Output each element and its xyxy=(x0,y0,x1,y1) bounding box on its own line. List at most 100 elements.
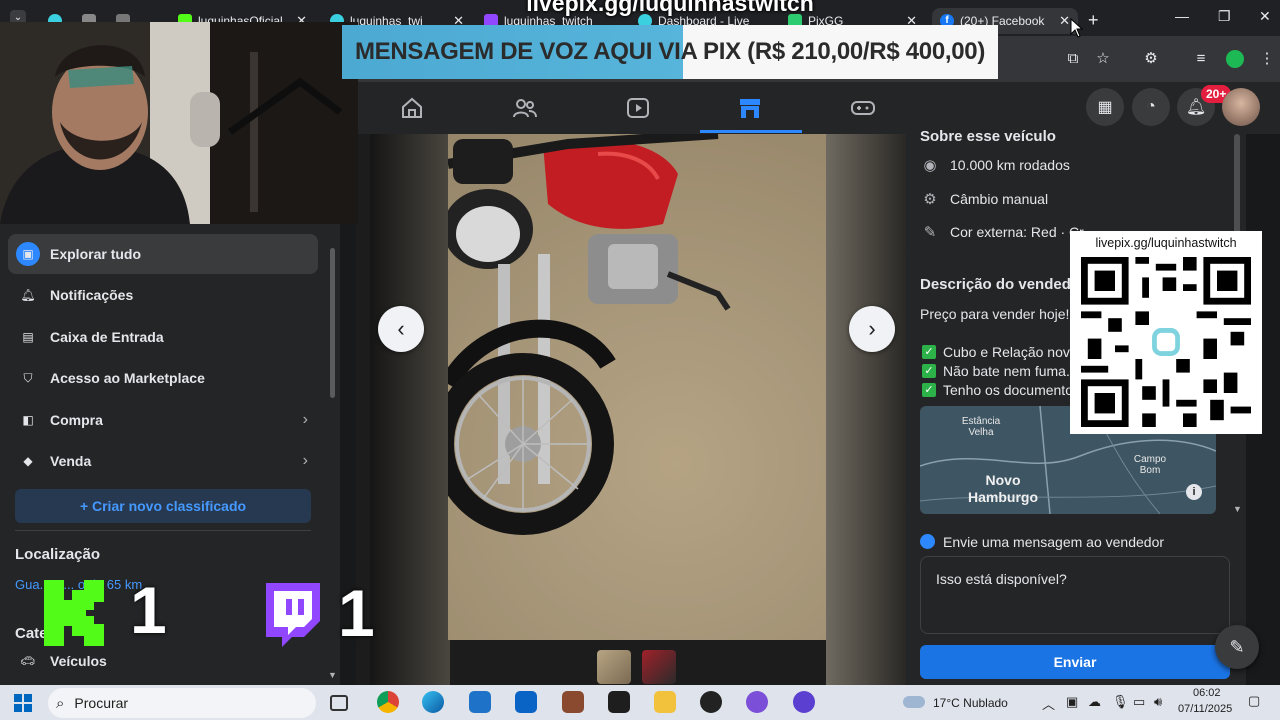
active-tab-indicator xyxy=(700,130,802,133)
edge-icon[interactable] xyxy=(422,691,444,713)
install-app-icon[interactable]: ⧉ xyxy=(1064,50,1082,68)
browser-menu-icon[interactable]: ⋮ xyxy=(1258,50,1276,68)
map-info-icon[interactable]: i xyxy=(1186,484,1202,500)
chrome-icon[interactable] xyxy=(377,691,399,713)
scroll-down-arrow-icon[interactable]: ▼ xyxy=(1233,504,1242,514)
extensions-icon[interactable]: ⚙ xyxy=(1142,50,1160,68)
sidebar-item-vehicles[interactable]: 🚗︎ Veículos xyxy=(20,653,107,669)
volume-icon[interactable]: 🔊︎ xyxy=(1154,694,1162,710)
twitch-logo-icon xyxy=(258,583,320,649)
search-icon: ⌕ xyxy=(56,694,65,712)
sidebar-scrollbar[interactable] xyxy=(330,248,335,398)
details-scrollbar[interactable] xyxy=(1234,134,1240,234)
photo-app-icon[interactable] xyxy=(562,691,584,713)
media-app-icon[interactable] xyxy=(793,691,815,713)
streamer-webcam xyxy=(0,22,358,224)
weather-text[interactable]: 17°C Nublado xyxy=(933,696,1008,710)
qr-url-label: livepix.gg/luquinhastwitch xyxy=(1095,236,1237,250)
bookmark-star-icon[interactable]: ☆ xyxy=(1094,50,1112,68)
livepix-url-overlay: livepix.gg/luquinhastwitch xyxy=(526,0,814,16)
friends-icon[interactable] xyxy=(513,97,537,119)
livepix-qr-overlay: livepix.gg/luquinhastwitch xyxy=(1070,231,1262,434)
windows-start-icon[interactable] xyxy=(14,694,32,712)
details-section-title: Sobre esse veículo xyxy=(920,128,1056,145)
microphone-icon[interactable]: 🎙︎ xyxy=(1112,694,1129,710)
sidebar-item-buying[interactable]: ◧ Compra › xyxy=(8,400,318,440)
map-label-novo-hamburgo: Novo Hamburgo xyxy=(968,472,1038,505)
outlook-icon[interactable] xyxy=(515,691,537,713)
profile-extension-icon[interactable] xyxy=(1226,50,1244,68)
tag-icon: ◆ xyxy=(23,454,33,468)
listing-photo xyxy=(448,134,826,640)
notification-center-icon[interactable]: ▢ xyxy=(1248,693,1260,709)
kick-viewer-count: 1 xyxy=(130,573,167,647)
photo-thumbnail[interactable] xyxy=(597,650,631,684)
photo-blur-right xyxy=(826,134,906,685)
check-mark-icon: ✓ xyxy=(922,345,936,359)
paint-brush-icon: ✎ xyxy=(923,224,937,241)
description-check-item: ✓ Cubo e Relação nove... xyxy=(922,344,1089,360)
sidebar-scroll-down-icon[interactable]: ▼ xyxy=(328,670,337,680)
tray-expand-icon[interactable]: ︿ xyxy=(1042,694,1055,713)
tab-close-icon[interactable]: ✕ xyxy=(1059,13,1070,29)
location-heading: Localização xyxy=(15,546,101,563)
chat-app-icon[interactable] xyxy=(746,691,768,713)
description-check-item: ✓ Não bate nem fuma... xyxy=(922,363,1078,379)
compose-message-icon[interactable]: ✎ xyxy=(1215,625,1259,669)
home-icon[interactable] xyxy=(400,97,424,119)
onedrive-icon[interactable]: ☁ xyxy=(1088,694,1101,710)
chevron-right-icon: › xyxy=(302,452,308,469)
photo-thumbnail[interactable] xyxy=(642,650,676,684)
seller-description-intro: Preço para vender hoje! xyxy=(920,306,1070,322)
chevron-right-icon: › xyxy=(302,411,308,428)
network-icon[interactable]: ▭ xyxy=(1133,694,1145,710)
taskbar-search[interactable]: ⌕ Procurar xyxy=(48,688,316,718)
message-input[interactable]: Isso está disponível? xyxy=(920,556,1230,634)
task-view-icon[interactable] xyxy=(330,695,348,711)
bag-icon: ◧ xyxy=(22,413,34,427)
mouse-cursor-icon xyxy=(1070,18,1084,38)
seller-description-title: Descrição do vendedo... xyxy=(920,276,1093,293)
profile-avatar[interactable] xyxy=(1222,88,1260,126)
exterior-color-row: ✎ Cor externa: Red · Cr... xyxy=(920,223,1095,241)
sidebar-item-marketplace-access[interactable]: ⛉ Acesso ao Marketplace xyxy=(8,358,318,398)
sidebar-item-inbox[interactable]: ▤ Caixa de Entrada xyxy=(8,317,318,357)
description-check-item: ✓ Tenho os documento... xyxy=(922,382,1085,398)
terminal-icon[interactable] xyxy=(608,691,630,713)
marketplace-icon[interactable] xyxy=(738,97,762,119)
obs-icon[interactable] xyxy=(700,691,722,713)
store-icon[interactable] xyxy=(469,691,491,713)
watch-video-icon[interactable] xyxy=(626,97,650,119)
qr-code-icon xyxy=(1081,257,1251,427)
create-listing-button[interactable]: + Criar novo classificado xyxy=(15,489,311,523)
previous-photo-button[interactable]: ‹ xyxy=(378,306,424,352)
reading-list-icon[interactable]: ≡ xyxy=(1192,50,1210,68)
sidebar-item-notifications[interactable]: 🔔︎ Notificações xyxy=(8,275,318,315)
menu-grid-icon[interactable]: ▦ xyxy=(1086,88,1124,126)
gearbox-icon: ⚙ xyxy=(923,191,937,208)
close-window-icon[interactable]: ✕ xyxy=(1259,8,1271,25)
transmission-row: ⚙ Câmbio manual xyxy=(920,190,1048,208)
message-seller-heading: Envie uma mensagem ao vendedor xyxy=(943,534,1165,550)
minimize-icon[interactable]: — xyxy=(1175,8,1189,24)
check-mark-icon: ✓ xyxy=(922,364,936,378)
gaming-icon[interactable] xyxy=(851,97,875,119)
next-photo-button[interactable]: › xyxy=(849,306,895,352)
send-button[interactable]: Enviar xyxy=(920,645,1230,679)
twitch-viewer-count: 1 xyxy=(338,576,375,650)
mileage-row: ◉ 10.000 km rodados xyxy=(920,156,1069,174)
sidebar-divider xyxy=(15,530,311,531)
maximize-icon[interactable]: ❐ xyxy=(1218,8,1231,25)
clock-date[interactable]: 07/11/2025 xyxy=(1178,703,1232,715)
new-tab-icon[interactable]: + xyxy=(1088,10,1099,31)
bell-icon: 🔔︎ xyxy=(20,288,36,302)
motorcycle-illustration xyxy=(448,134,826,640)
tray-app-icon[interactable]: ▣ xyxy=(1066,694,1078,710)
messenger-icon[interactable]: ◔ xyxy=(1132,88,1170,126)
clock-time[interactable]: 06:02 xyxy=(1193,687,1221,699)
photo-blur-left xyxy=(370,134,450,685)
sidebar-item-explore-all[interactable]: ▣ Explorar tudo xyxy=(8,234,318,274)
weather-cloud-icon xyxy=(903,696,925,708)
sidebar-item-selling[interactable]: ◆ Venda › xyxy=(8,441,318,481)
file-explorer-icon[interactable] xyxy=(654,691,676,713)
